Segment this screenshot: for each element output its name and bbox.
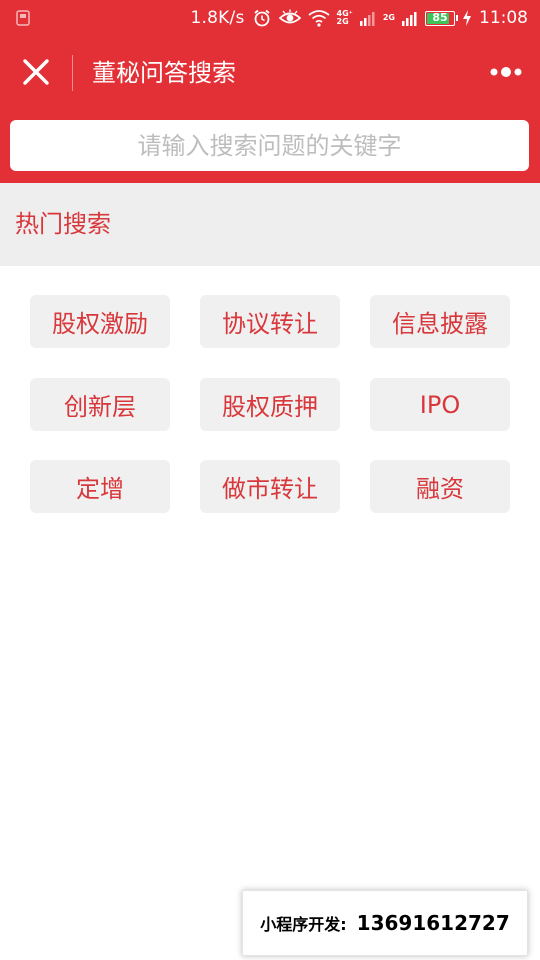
eye-icon bbox=[278, 9, 301, 24]
contact-label: 小程序开发: bbox=[260, 915, 347, 934]
tag-stock-incentive[interactable]: 股权激励 bbox=[30, 295, 170, 348]
battery-percent: 85 bbox=[432, 10, 448, 24]
more-button[interactable] bbox=[482, 54, 530, 90]
close-icon bbox=[23, 59, 49, 85]
tag-equity-pledge[interactable]: 股权质押 bbox=[200, 378, 340, 431]
tag-market-making-transfer[interactable]: 做市转让 bbox=[200, 460, 340, 513]
tag-information-disclosure[interactable]: 信息披露 bbox=[370, 295, 510, 348]
clock: 11:08 bbox=[479, 8, 528, 28]
status-bar: 1.8K/s 4G⁺ 2G 2G 85 11:08 bbox=[0, 0, 540, 36]
more-dots-icon bbox=[490, 67, 522, 77]
hot-search-title: 热门搜索 bbox=[15, 210, 111, 238]
notification-app-icon bbox=[16, 10, 30, 26]
net-speed: 1.8K/s bbox=[190, 8, 245, 28]
signal-2-icon bbox=[402, 12, 417, 26]
close-button[interactable] bbox=[14, 50, 58, 94]
contact-number: 13691612727 bbox=[356, 911, 510, 935]
nav-bar: 董秘问答搜索 bbox=[0, 36, 540, 110]
tag-innovation-tier[interactable]: 创新层 bbox=[30, 378, 170, 431]
status-indicators: 1.8K/s 4G⁺ 2G 2G 85 11:08 bbox=[191, 7, 528, 29]
tag-ipo[interactable]: IPO bbox=[370, 378, 510, 431]
signal-icon bbox=[359, 12, 375, 26]
tag-financing[interactable]: 融资 bbox=[370, 460, 510, 513]
network-type-2: 2G bbox=[382, 13, 395, 22]
alarm-icon bbox=[253, 9, 270, 27]
charging-icon bbox=[463, 10, 471, 26]
search-input[interactable] bbox=[10, 120, 529, 171]
network-type: 4G⁺ 2G bbox=[336, 9, 353, 26]
contact-badge: 小程序开发: 13691612727 bbox=[242, 890, 528, 956]
tag-agreement-transfer[interactable]: 协议转让 bbox=[200, 295, 340, 348]
nav-divider bbox=[72, 55, 73, 91]
battery-icon: 85 bbox=[425, 10, 458, 26]
tag-private-placement[interactable]: 定增 bbox=[30, 460, 170, 513]
hot-search-header: 热门搜索 bbox=[0, 183, 540, 266]
wifi-icon bbox=[307, 10, 330, 27]
search-box bbox=[10, 120, 529, 171]
page-title: 董秘问答搜索 bbox=[92, 59, 236, 87]
header: 1.8K/s 4G⁺ 2G 2G 85 11:08 董秘问答搜索 请输入搜索问题… bbox=[0, 0, 540, 183]
